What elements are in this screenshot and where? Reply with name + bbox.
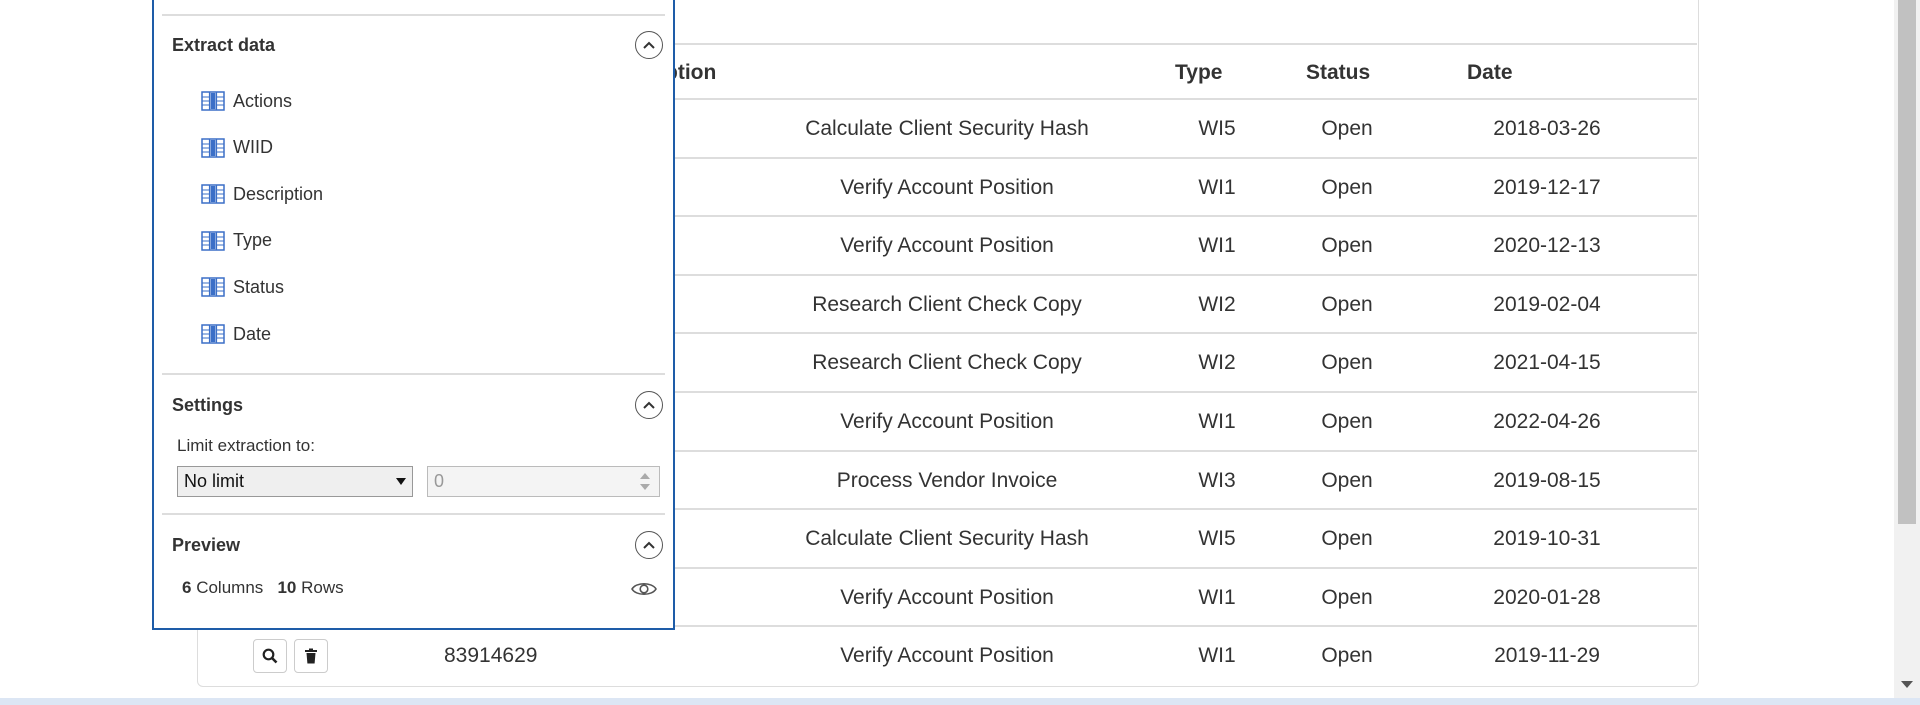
row-status: Open (1321, 175, 1373, 199)
table-column-icon (201, 277, 225, 298)
limit-extraction-select[interactable]: No limit (177, 466, 413, 497)
vertical-scrollbar[interactable] (1894, 0, 1920, 700)
row-date: 2022-04-26 (1493, 410, 1601, 433)
collapse-preview-button[interactable] (635, 531, 663, 559)
extract-field-item[interactable]: Status (201, 275, 284, 299)
row-date: 2019-11-29 (1494, 644, 1600, 668)
row-status: Open (1321, 468, 1373, 492)
extract-field-item[interactable]: Date (201, 322, 271, 346)
row-date: 2020-01-28 (1493, 585, 1601, 609)
limit-extraction-label: Limit extraction to: (177, 436, 315, 455)
table-column-icon (201, 324, 225, 344)
column-header-date: Date (1467, 61, 1513, 84)
row-date: 2019-02-04 (1493, 292, 1601, 316)
delete-row-button[interactable] (294, 639, 328, 674)
row-type: WI1 (1198, 175, 1236, 199)
row-wiid: 83914629 (444, 644, 538, 668)
limit-select-value: No limit (184, 471, 245, 491)
chevron-up-icon (643, 541, 655, 549)
extract-field-label: Actions (233, 90, 293, 111)
row-type: WI5 (1198, 117, 1236, 140)
extract-field-item[interactable]: WIID (201, 136, 273, 160)
row-date: 2020-12-13 (1493, 234, 1601, 258)
row-date: 2019-08-15 (1493, 468, 1601, 492)
column-header-type: Type (1175, 61, 1223, 84)
scrollbar-thumb[interactable] (1898, 0, 1916, 524)
row-type: WI2 (1198, 351, 1236, 375)
columns-count: 6 (182, 578, 192, 597)
row-type: WI1 (1198, 410, 1236, 433)
window-bottom-strip (0, 698, 1920, 705)
rows-word: Rows (301, 578, 344, 597)
table-column-icon (201, 231, 225, 251)
row-status: Open (1321, 292, 1373, 316)
row-type: WI1 (1198, 644, 1236, 668)
row-date: 2018-03-26 (1493, 117, 1601, 140)
column-header-status: Status (1306, 61, 1371, 84)
settings-title: Settings (172, 395, 244, 415)
preview-title: Preview (172, 535, 241, 555)
row-status: Open (1321, 117, 1373, 140)
columns-word: Columns (196, 578, 264, 597)
trash-icon (305, 648, 317, 664)
collapse-settings-button[interactable] (635, 391, 663, 419)
row-type: WI1 (1198, 234, 1236, 258)
table-column-icon (201, 184, 225, 204)
table-row: 83914629 Verify Account Position WI1 Open 20… (197, 625, 1697, 685)
row-type: WI3 (1198, 468, 1236, 492)
extract-field-label: Type (233, 230, 273, 251)
preview-eye-icon[interactable] (631, 580, 657, 603)
table-column-icon (201, 91, 225, 111)
row-status: Open (1321, 234, 1373, 258)
limit-number-input[interactable]: 0 (427, 466, 660, 497)
spin-down-icon[interactable] (640, 484, 650, 490)
row-date: 2021-04-15 (1493, 351, 1601, 375)
row-type: WI1 (1198, 585, 1236, 609)
dropdown-arrow-icon (396, 478, 406, 485)
extract-data-title: Extract data (172, 35, 276, 55)
extract-field-label: Date (233, 323, 272, 344)
row-status: Open (1321, 410, 1373, 433)
panel-top-divider (162, 14, 665, 16)
chevron-up-icon (643, 41, 655, 49)
extraction-panel: Extract data Actions WIID Description Type S… (152, 0, 675, 630)
scroll-down-arrow-icon[interactable] (1901, 681, 1913, 688)
extract-field-label: Status (233, 276, 285, 297)
row-status: Open (1321, 527, 1373, 551)
limit-number-value: 0 (434, 471, 445, 491)
row-type: WI5 (1198, 527, 1236, 551)
chevron-up-icon (643, 401, 655, 409)
extract-field-item[interactable]: Type (201, 229, 272, 253)
preview-summary: 6 Columns 10 Rows (182, 578, 344, 598)
row-status: Open (1321, 585, 1373, 609)
table-column-icon (201, 137, 225, 158)
spin-up-icon[interactable] (640, 473, 650, 479)
preview-divider (162, 513, 665, 515)
collapse-extract-data-button[interactable] (635, 31, 663, 59)
search-icon (262, 648, 278, 664)
extract-field-item[interactable]: Actions (201, 89, 292, 113)
row-status: Open (1321, 644, 1373, 668)
rows-count: 10 (277, 578, 297, 597)
extract-field-label: WIID (233, 137, 273, 158)
cropped-heading-text (740, 0, 1160, 4)
row-date: 2019-12-17 (1493, 175, 1601, 199)
view-row-button[interactable] (253, 639, 287, 674)
row-status: Open (1321, 351, 1373, 375)
settings-divider (162, 373, 665, 375)
row-type: WI2 (1198, 292, 1236, 316)
extract-field-label: Description (233, 183, 324, 204)
row-date: 2019-10-31 (1493, 527, 1601, 551)
extract-field-item[interactable]: Description (201, 182, 323, 206)
